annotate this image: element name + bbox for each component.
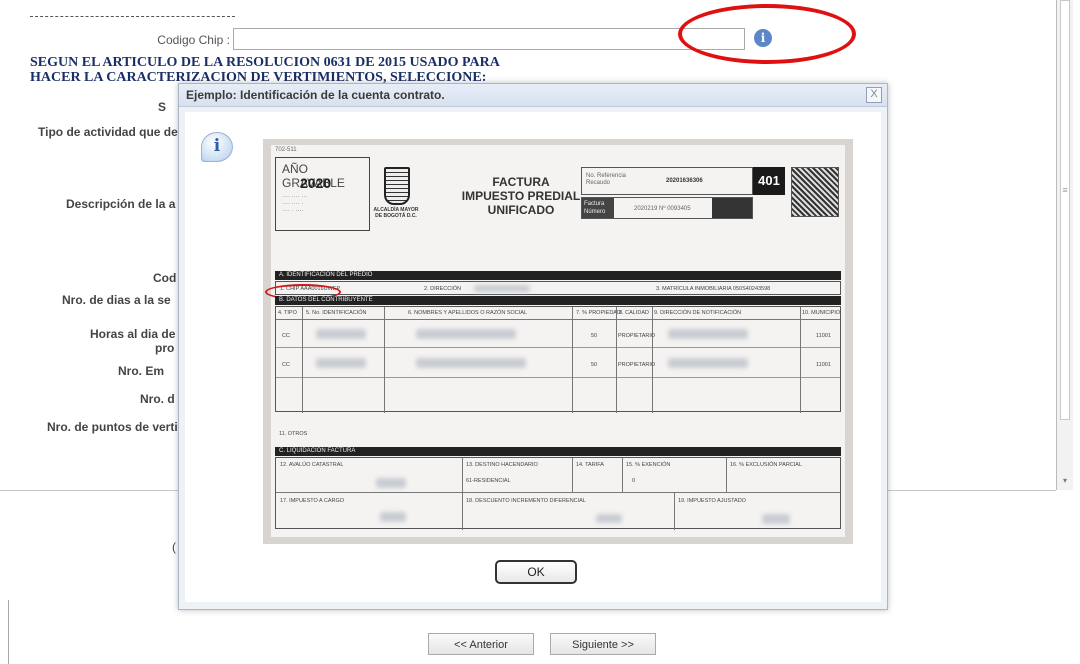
info-bubble-icon: i (201, 132, 233, 162)
scrollbar-thumb[interactable] (1060, 0, 1070, 420)
chip-code-label: Codigo Chip : (157, 33, 230, 47)
invoice-title: FACTURA IMPUESTO PREDIAL UNIFICADO (461, 175, 581, 217)
next-button[interactable]: Siguiente >> (550, 633, 656, 655)
form-label-description: Descripción de la a (66, 197, 176, 211)
alcaldia-label: ALCALDÍA MAYOR DE BOGOTÁ D.C. (373, 207, 419, 219)
close-icon[interactable]: X (866, 87, 882, 103)
form-label-hours: Horas al dia de (90, 327, 176, 341)
year-value: 2020 (300, 175, 332, 191)
section-c-table: 12. AVALÚO CATASTRAL 13. DESTINO HACENDA… (275, 457, 841, 530)
form-label-partial: ( (172, 540, 176, 554)
form-label: S (158, 100, 167, 114)
scrollbar[interactable]: ≡ ▾ (1056, 0, 1073, 490)
form-label-code: Cod (153, 271, 177, 285)
ok-button[interactable]: OK (495, 560, 577, 584)
scroll-down-icon[interactable]: ▾ (1059, 476, 1071, 488)
dialog-title: Ejemplo: Identificación de la cuenta con… (186, 88, 445, 102)
dialog-titlebar[interactable]: Ejemplo: Identificación de la cuenta con… (179, 84, 887, 107)
coat-of-arms-icon (384, 167, 410, 205)
year-box: AÑO GRAVABLE 2020 ···· ···· ··· ···· ····… (275, 157, 370, 231)
chip-code-input[interactable] (233, 28, 745, 50)
section-a-row: 1. CHIP AAA0016UWEP 2. DIRECCIÓN 3. MATR… (275, 281, 841, 295)
invoice-code: 702-511 (275, 147, 297, 153)
highlight-circle (678, 4, 856, 64)
article-heading: SEGUN EL ARTICULO DE LA RESOLUCION 0631 … (30, 55, 500, 85)
reference-box: No. Referencia Recaudo 20201636306 (581, 167, 753, 195)
invoice-example-image: 702-511 AÑO GRAVABLE 2020 ···· ···· ··· ·… (263, 139, 853, 544)
section-b-header: B. DATOS DEL CONTRIBUYENTE (275, 296, 841, 305)
frame-edge (8, 600, 9, 664)
example-dialog: Ejemplo: Identificación de la cuenta con… (178, 83, 888, 610)
section-c-header: C. LIQUIDACIÓN FACTURA (275, 447, 841, 456)
dialog-body: i 702-511 AÑO GRAVABLE 2020 ···· ···· ··… (185, 112, 881, 602)
invoice-number-box: Factura Número 2020219 Nº 0093405 (581, 197, 753, 219)
form-label-hours-cont: pro (155, 341, 175, 355)
qr-code-icon (791, 167, 839, 217)
invoice-paper: 702-511 AÑO GRAVABLE 2020 ···· ···· ··· ·… (265, 145, 845, 537)
form-label-activity-type: Tipo de actividad que de (38, 125, 178, 139)
separator-line (30, 0, 235, 17)
form-label-employees: Nro. Em (118, 364, 165, 378)
form-label-days: Nro. de dias a la se (62, 293, 171, 307)
form-label-nro: Nro. d (140, 392, 175, 406)
grip-icon: ≡ (1062, 185, 1068, 195)
form-code-badge: 401 (753, 167, 785, 195)
otros-label: 11. OTROS (279, 431, 308, 437)
section-b-table: 4. TIPO 5. No. IDENTIFICACIÓN 6. NOMBRES… (275, 306, 841, 413)
form-label-discharge-points: Nro. de puntos de verti (47, 420, 178, 434)
year-box-detail: ···· ···· ··· ···· ···· · ···· · ···· (282, 194, 308, 214)
previous-button[interactable]: << Anterior (428, 633, 534, 655)
section-a-header: A. IDENTIFICACIÓN DEL PREDIO (275, 271, 841, 280)
